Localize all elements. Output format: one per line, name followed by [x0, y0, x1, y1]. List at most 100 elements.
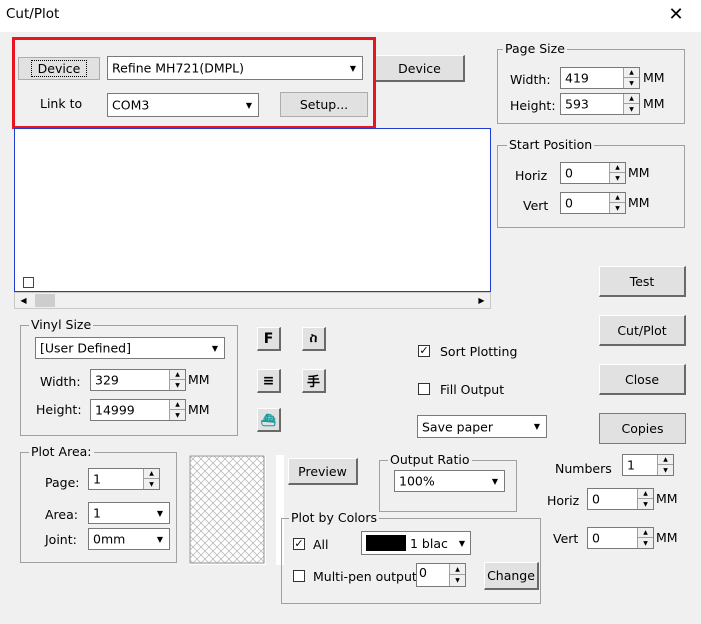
glyph-plot: ⛴ — [260, 412, 277, 427]
vinyl-height-input[interactable]: 14999 ▲ ▼ — [90, 399, 186, 421]
cutplot-label: Cut/Plot — [617, 322, 667, 338]
vinyl-width-spinner[interactable]: ▲ ▼ — [169, 370, 185, 390]
test-button[interactable]: Test — [599, 266, 686, 297]
vinyl-height-label: Height: — [36, 402, 82, 417]
scroll-left-icon[interactable]: ◀ — [15, 293, 32, 308]
plot-page-input[interactable]: 1 ▲ ▼ — [88, 468, 160, 490]
all-colors-checkbox[interactable]: ✓ — [293, 538, 305, 550]
plot-page-spinner[interactable]: ▲ ▼ — [143, 469, 159, 489]
start-vert-label: Vert — [523, 198, 549, 213]
fill-output-label: Fill Output — [440, 382, 505, 397]
thumbnail-pattern — [189, 455, 265, 564]
page-size-legend: Page Size — [503, 41, 567, 56]
vinyl-height-spinner[interactable]: ▲ ▼ — [169, 400, 185, 420]
test-label: Test — [629, 273, 655, 289]
copies-vert-input[interactable]: 0 ▲ ▼ — [587, 527, 654, 549]
multi-pen-spinner[interactable]: ▲ ▼ — [449, 564, 465, 586]
start-horiz-input[interactable]: 0 ▲ ▼ — [560, 162, 626, 184]
page-width-unit: MM — [643, 70, 665, 85]
numbers-input[interactable]: 1 ▲ ▼ — [622, 454, 674, 476]
copies-horiz-spinner[interactable]: ▲ ▼ — [637, 489, 653, 509]
glyph-lines: ≡ — [262, 372, 275, 389]
close-button[interactable]: Close — [599, 364, 686, 395]
page-width-input[interactable]: 419 ▲ ▼ — [560, 67, 640, 89]
copies-horiz-value: 0 — [592, 491, 600, 507]
origin-marker — [23, 277, 34, 288]
copies-horiz-unit: MM — [656, 491, 678, 506]
second-device-button[interactable]: Device — [375, 55, 465, 82]
start-horiz-spinner[interactable]: ▲ ▼ — [609, 163, 625, 183]
font-f-icon[interactable]: F — [257, 327, 281, 351]
start-vert-spinner[interactable]: ▲ ▼ — [609, 193, 625, 213]
page-width-spinner[interactable]: ▲ ▼ — [623, 68, 639, 88]
page-height-spinner[interactable]: ▲ ▼ — [623, 94, 639, 114]
copies-vert-spinner[interactable]: ▲ ▼ — [637, 528, 653, 548]
copies-vert-value: 0 — [592, 530, 600, 546]
multi-pen-input[interactable]: 0 ▲ ▼ — [416, 563, 466, 587]
sort-plotting-checkbox[interactable]: ✓ — [418, 345, 430, 357]
vinyl-width-label: Width: — [40, 374, 81, 389]
pen-color-select[interactable]: 1 blac ▼ — [361, 531, 471, 555]
chevron-down-icon: ▼ — [533, 422, 541, 431]
mirror-figure-icon[interactable]: ስ — [302, 327, 326, 351]
vinyl-height-unit: MM — [188, 402, 210, 417]
copies-vert-label: Vert — [553, 531, 579, 546]
horizontal-scrollbar[interactable]: ◀ ▶ — [14, 292, 491, 309]
all-colors-label: All — [313, 537, 329, 552]
color-swatch — [366, 535, 406, 551]
hand-char-icon[interactable]: 手 — [302, 369, 326, 393]
chevron-down-icon: ▼ — [491, 476, 499, 486]
save-mode-select[interactable]: Save paper ▼ — [417, 415, 547, 438]
copies-horiz-input[interactable]: 0 ▲ ▼ — [587, 488, 654, 510]
vinyl-thumbnail — [189, 455, 266, 565]
pen-color-label: 1 blac — [410, 536, 448, 551]
align-lines-icon[interactable]: ≡ — [257, 369, 281, 393]
start-vert-value: 0 — [565, 195, 573, 211]
copies-button[interactable]: Copies — [599, 413, 686, 444]
start-horiz-unit: MM — [628, 165, 650, 180]
plot-joint-select[interactable]: 0mm ▼ — [88, 528, 170, 550]
glyph-man: ስ — [309, 331, 318, 346]
close-label: Close — [624, 371, 660, 387]
page-width-label: Width: — [510, 72, 551, 87]
chevron-down-icon: ▼ — [211, 343, 219, 353]
vinyl-height-value: 14999 — [95, 402, 135, 418]
plot-area-value: 1 — [93, 505, 101, 521]
start-horiz-value: 0 — [565, 165, 573, 181]
vinyl-preset-select[interactable]: [User Defined] ▼ — [35, 337, 225, 359]
change-button[interactable]: Change — [484, 562, 539, 590]
plot-area-legend: Plot Area: — [29, 444, 94, 459]
glyph-f: F — [263, 330, 274, 347]
plot-graphic-icon[interactable]: ⛴ — [257, 408, 281, 432]
start-horiz-label: Horiz — [515, 168, 548, 183]
plot-area-select[interactable]: 1 ▼ — [88, 502, 170, 524]
fill-output-checkbox[interactable] — [418, 383, 430, 395]
start-position-group — [497, 145, 685, 228]
vinyl-width-value: 329 — [95, 372, 119, 388]
start-vert-input[interactable]: 0 ▲ ▼ — [560, 192, 626, 214]
multi-pen-checkbox[interactable] — [293, 570, 305, 582]
vinyl-width-input[interactable]: 329 ▲ ▼ — [90, 369, 186, 391]
sort-plotting-label: Sort Plotting — [440, 344, 518, 359]
numbers-spinner[interactable]: ▲ ▼ — [657, 455, 673, 475]
save-mode-value: Save paper — [422, 419, 494, 434]
preview-canvas[interactable] — [14, 128, 491, 292]
scroll-right-icon[interactable]: ▶ — [473, 293, 490, 308]
output-ratio-select[interactable]: 100% ▼ — [394, 470, 505, 492]
page-height-unit: MM — [643, 96, 665, 111]
copies-horiz-label: Horiz — [547, 493, 580, 508]
highlight-box — [12, 37, 376, 129]
change-label: Change — [487, 568, 535, 583]
start-position-legend: Start Position — [507, 137, 595, 152]
page-height-input[interactable]: 593 ▲ ▼ — [560, 93, 640, 115]
preview-button[interactable]: Preview — [288, 458, 358, 485]
chevron-down-icon: ▼ — [156, 508, 164, 518]
title-bar — [0, 0, 701, 32]
numbers-value: 1 — [627, 457, 635, 473]
chevron-down-icon: ▼ — [156, 534, 164, 544]
output-ratio-value: 100% — [399, 473, 435, 489]
scroll-thumb[interactable] — [35, 294, 55, 307]
close-icon[interactable]: ✕ — [665, 4, 687, 26]
cutplot-button[interactable]: Cut/Plot — [599, 315, 686, 346]
vinyl-width-unit: MM — [188, 372, 210, 387]
